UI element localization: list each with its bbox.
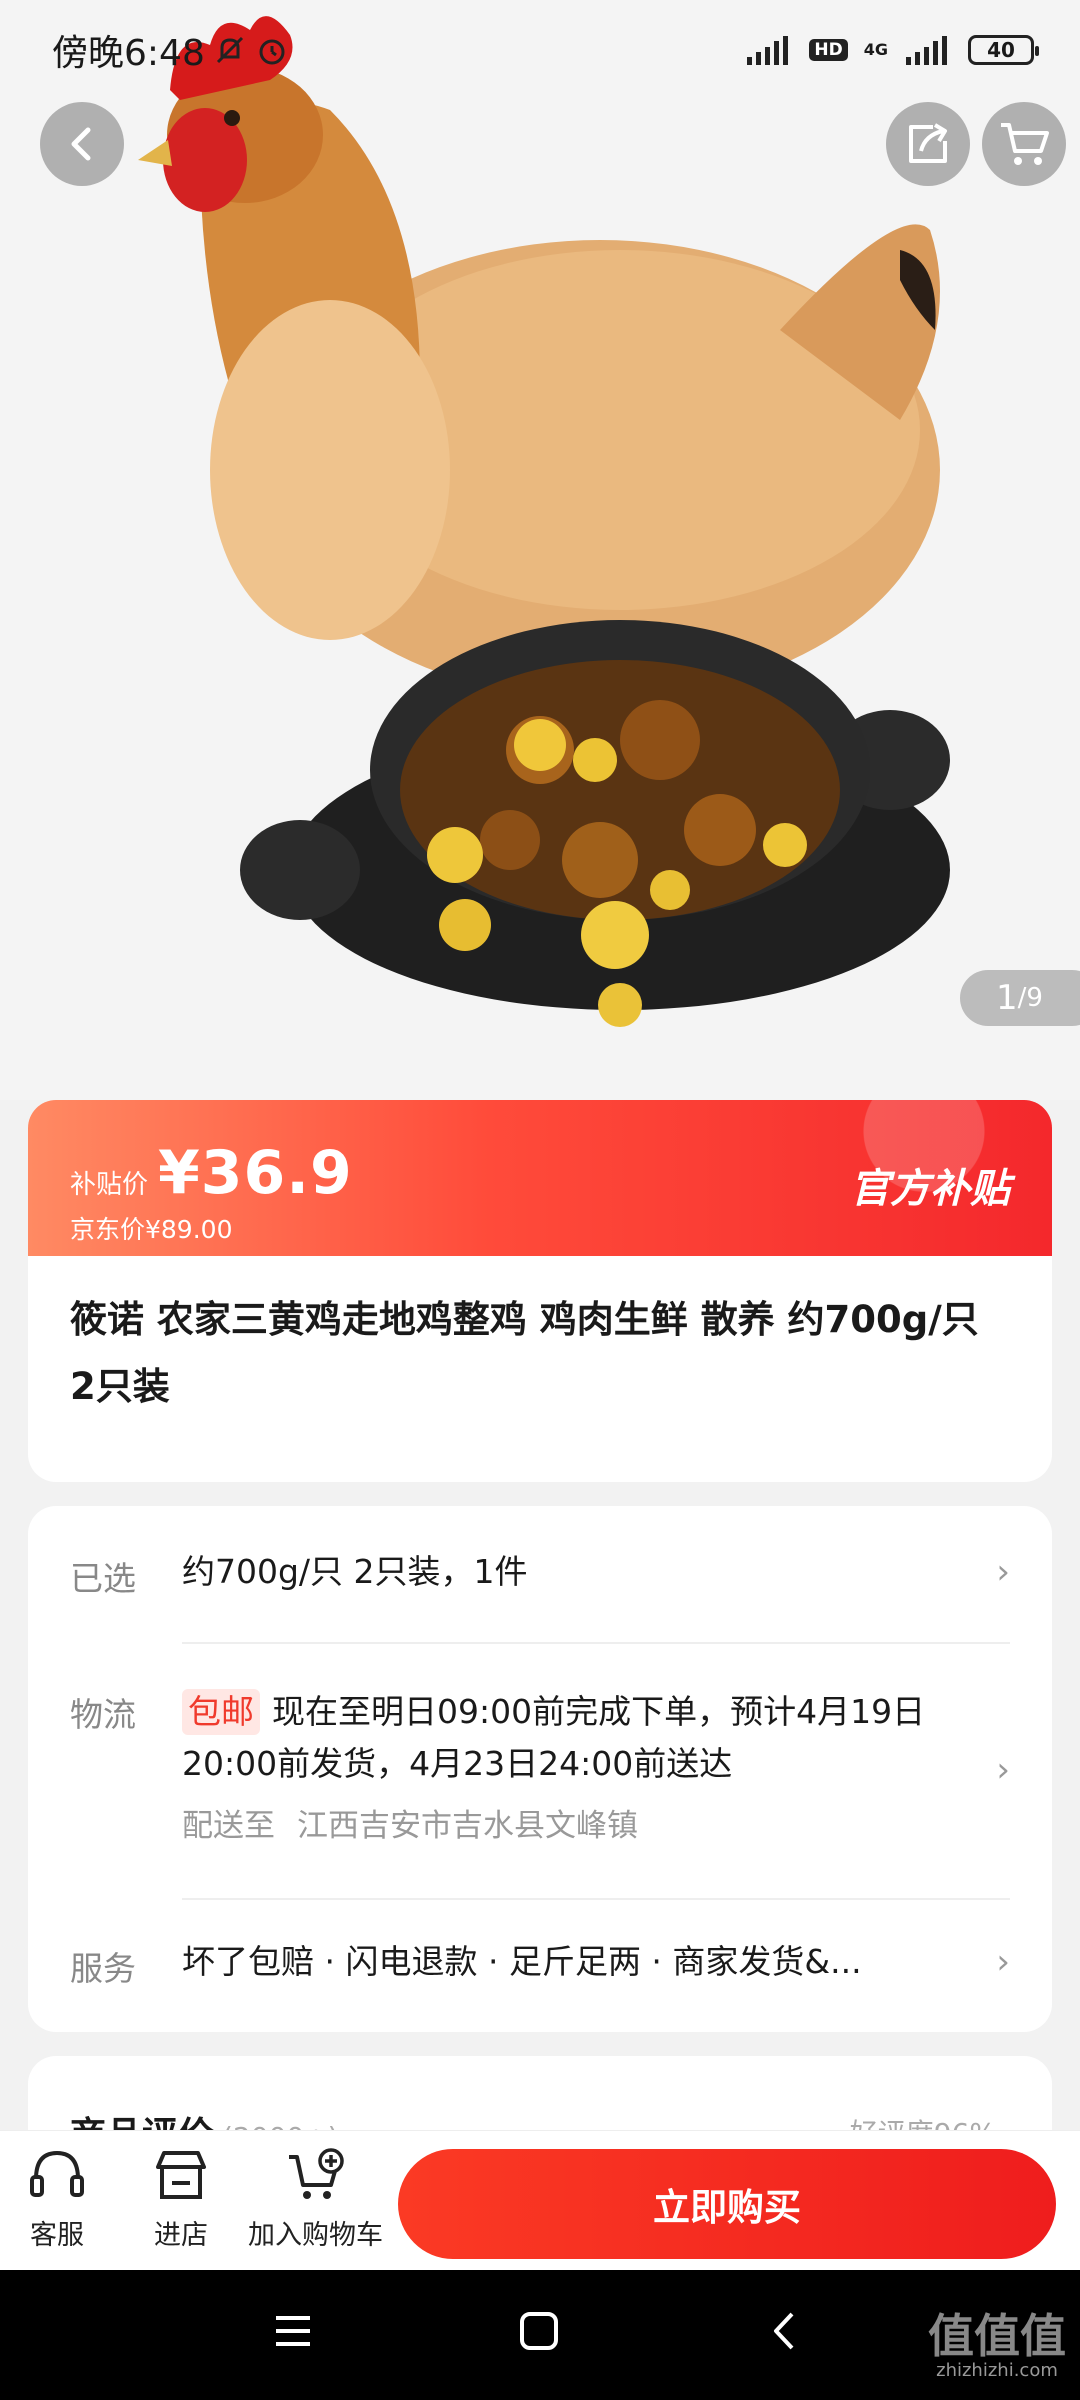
store-icon [156,2151,206,2199]
back-arrow-icon [71,127,91,161]
cart-icon [1001,123,1049,165]
customer-service-label: 客服 [30,2220,84,2251]
divider [182,1898,1010,1900]
price-banner: 补贴价 ¥36.9 京东价¥89.00 官方补贴 [28,1100,1052,1256]
customer-service-button[interactable]: 客服 [28,2147,86,2252]
battery-level: 40 [987,38,1015,62]
mute-bell-icon [216,36,243,64]
back-icon[interactable] [764,2310,806,2352]
deliver-address: 江西吉安市吉水县文峰镇 [297,1808,638,1844]
headset-icon [30,2150,84,2197]
system-navigation-bar: 值值值 zhizhizhi.com [0,2270,1080,2400]
watermark-logo: 值 [928,2309,974,2363]
status-bar: 傍晚6:48 HD 4G 40 [0,0,1080,100]
battery-icon: 40 [968,35,1039,65]
back-button[interactable] [40,102,124,186]
logistics-row[interactable]: 物流 包邮 现在至明日09:00前完成下单，预计4月19日20:00前发货，4月2… [70,1686,1010,1845]
share-button[interactable] [886,102,970,186]
deliver-label: 配送至 [182,1808,275,1844]
service-row[interactable]: 服务 坏了包赔 · 闪电退款 · 足斤足两 · 商家发货&... [70,1942,1010,1990]
product-image-gallery[interactable]: 傍晚6:48 HD 4G 40 1 / 9 [0,0,1080,1100]
selected-row[interactable]: 已选 约700g/只 2只装，1件 [70,1552,1010,1600]
divider [182,1642,1010,1644]
free-shipping-tag: 包邮 [182,1689,260,1735]
gallery-total: 9 [1026,983,1043,1013]
service-value: 坏了包赔 · 闪电退款 · 足斤足两 · 商家发货&... [182,1942,862,1981]
store-label: 进店 [154,2220,208,2251]
current-price: ¥36.9 [158,1138,353,1208]
add-to-cart-button[interactable]: 加入购物车 [248,2147,383,2252]
selected-key: 已选 [70,1559,136,1598]
subsidy-price-label: 补贴价 [70,1170,149,1200]
selected-chevron-icon[interactable]: › [996,1552,1010,1592]
signal-icon-2 [906,36,947,65]
purchase-info-card: 已选 约700g/只 2只装，1件 › 物流 包邮 现在至明日09:00前完成下单… [28,1506,1052,2032]
cart-button[interactable] [982,102,1066,186]
store-button[interactable]: 进店 [152,2147,210,2252]
hd-badge: HD [809,39,848,61]
service-key: 服务 [70,1949,136,1988]
network-type: 4G [863,40,888,59]
selected-value: 约700g/只 2只装，1件 [182,1552,528,1591]
logistics-chevron-icon[interactable]: › [996,1750,1010,1790]
watermark: 值值值 zhizhizhi.com [928,2309,1066,2381]
watermark-site: zhizhizhi.com [936,2360,1058,2381]
official-subsidy-badge: 官方补贴 [850,1166,1010,1212]
add-cart-icon [288,2148,344,2199]
menu-icon[interactable] [272,2310,314,2352]
product-title: 筱诺 农家三黄鸡走地鸡整鸡 鸡肉生鲜 散养 约700g/只 2只装 [70,1298,979,1408]
gallery-page-counter: 1/9 [960,970,1080,1026]
home-icon[interactable] [518,2310,560,2352]
status-time: 傍晚6:48 [52,33,205,74]
share-icon [909,123,947,163]
bottom-action-bar: 客服 进店 加入购物车 立即购买 [0,2130,1080,2270]
logistics-key: 物流 [70,1695,136,1734]
add-to-cart-label: 加入购物车 [248,2220,383,2251]
gallery-current: 1 [996,978,1018,1018]
signal-icon [747,36,789,65]
buy-now-button[interactable]: 立即购买 [398,2149,1056,2259]
alarm-icon [259,39,285,65]
price-title-card: 补贴价 ¥36.9 京东价¥89.00 官方补贴 筱诺 农家三黄鸡走地鸡整鸡 鸡… [28,1100,1052,1482]
logistics-detail: 现在至明日09:00前完成下单，预计4月19日20:00前发货，4月23日24:… [182,1692,926,1783]
service-chevron-icon[interactable]: › [996,1942,1010,1982]
